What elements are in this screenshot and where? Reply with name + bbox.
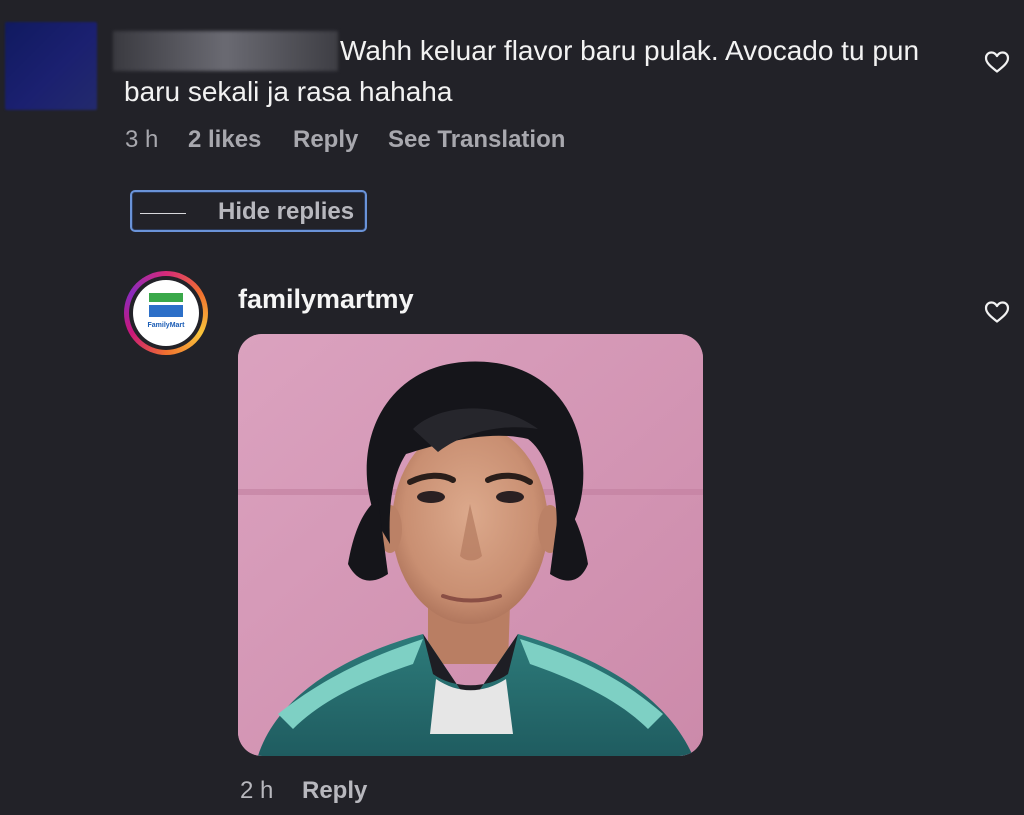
comment-like-button[interactable] [984,50,1010,79]
heart-outline-icon [984,51,1010,73]
reply-timestamp: 2 h [240,777,274,804]
reply-avatar-story-ring[interactable]: FamilyMart [124,271,208,355]
reply-reply-button[interactable]: Reply [302,777,367,805]
logo-green-stripe [149,293,183,302]
logo-wordmark: FamilyMart [147,322,185,329]
portrait-illustration [238,334,703,756]
reply-like-button[interactable] [984,300,1010,329]
reply-username[interactable]: familymartmy [238,284,414,315]
logo-blue-stripe [149,305,183,317]
comment-timestamp: 3 h [125,126,159,153]
comment-text: Wahh keluar flavor baru pulak. Avocado t… [124,35,920,107]
commenter-avatar[interactable] [5,22,97,110]
hide-replies-button[interactable]: Hide replies [130,190,367,232]
comment-reply-button[interactable]: Reply [293,126,358,154]
see-translation-button[interactable]: See Translation [388,126,565,154]
comment-likes-count[interactable]: 2 likes [188,126,261,154]
hide-replies-label: Hide replies [218,198,355,225]
reply-image[interactable] [238,334,703,756]
replies-divider-line [140,213,186,214]
familymart-logo: FamilyMart [133,280,199,346]
heart-outline-icon [984,301,1010,323]
